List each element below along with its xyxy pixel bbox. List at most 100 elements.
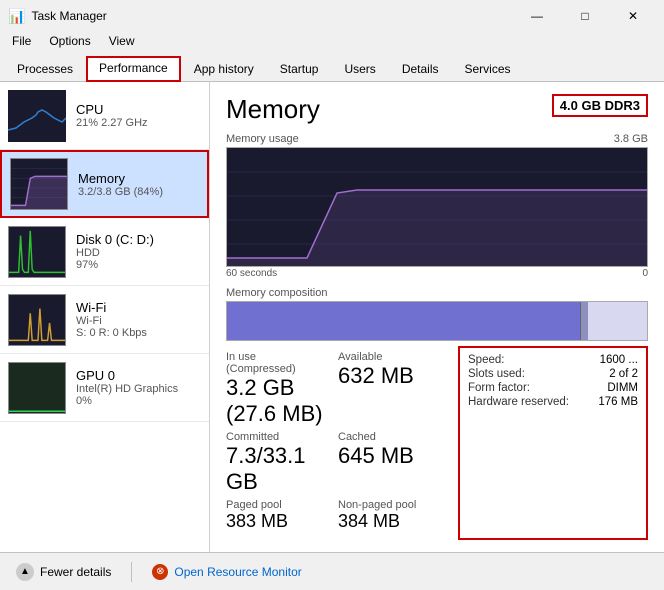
stat-available-label: Available <box>338 351 438 363</box>
bottom-bar: ▲ Fewer details ⊗ Open Resource Monitor <box>0 552 664 590</box>
cpu-sublabel: 21% 2.27 GHz <box>76 117 148 129</box>
menu-options[interactable]: Options <box>41 32 98 50</box>
comp-in-use <box>227 302 580 340</box>
info-speed-row: Speed: 1600 ... <box>468 354 638 366</box>
cpu-chart-svg <box>8 90 66 142</box>
disk-info: Disk 0 (C: D:) HDD 97% <box>76 232 154 271</box>
panel-title: Memory <box>226 94 320 125</box>
menu-file[interactable]: File <box>4 32 39 50</box>
stat-cached: Cached 645 MB <box>338 431 438 495</box>
tab-processes[interactable]: Processes <box>4 57 86 82</box>
tab-users[interactable]: Users <box>331 57 388 82</box>
info-speed-key: Speed: <box>468 354 504 366</box>
tab-performance[interactable]: Performance <box>86 56 181 82</box>
info-slots-val: 2 of 2 <box>609 368 638 380</box>
stat-available-value: 632 MB <box>338 363 438 389</box>
cpu-info: CPU 21% 2.27 GHz <box>76 102 148 129</box>
app-icon: 📊 <box>8 8 25 25</box>
memory-usage-section: Memory usage 3.8 GB 60 seconds 0 <box>226 133 648 279</box>
composition-label: Memory composition <box>226 287 648 299</box>
disk-sublabel1: HDD <box>76 247 154 259</box>
composition-bar <box>226 301 648 341</box>
info-hwres-val: 176 MB <box>598 396 638 408</box>
title-controls: — □ ✕ <box>514 5 656 27</box>
memory-panel: Memory 4.0 GB DDR3 Memory usage 3.8 GB <box>210 82 664 552</box>
stat-committed-label: Committed <box>226 431 326 443</box>
chart-time-label: 60 seconds 0 <box>226 268 648 279</box>
wifi-thumbnail <box>8 294 66 346</box>
resource-monitor-icon: ⊗ <box>152 564 168 580</box>
stat-cached-label: Cached <box>338 431 438 443</box>
stat-in-use-label: In use (Compressed) <box>226 351 326 375</box>
tab-app-history[interactable]: App history <box>181 57 267 82</box>
info-form-row: Form factor: DIMM <box>468 382 638 394</box>
panel-header: Memory 4.0 GB DDR3 <box>226 94 648 125</box>
stat-cached-value: 645 MB <box>338 443 438 469</box>
memory-thumbnail <box>10 158 68 210</box>
memory-usage-svg <box>227 148 647 267</box>
tab-details[interactable]: Details <box>389 57 452 82</box>
fewer-details-label: Fewer details <box>40 565 111 579</box>
comp-modified <box>580 302 588 340</box>
info-form-key: Form factor: <box>468 382 530 394</box>
title-bar-left: 📊 Task Manager <box>8 8 107 25</box>
app-title: Task Manager <box>31 9 106 23</box>
tab-startup[interactable]: Startup <box>267 57 332 82</box>
wifi-sublabel2: S: 0 R: 0 Kbps <box>76 327 147 339</box>
gpu-info: GPU 0 Intel(R) HD Graphics 0% <box>76 368 178 407</box>
sidebar-item-wifi[interactable]: Wi-Fi Wi-Fi S: 0 R: 0 Kbps <box>0 286 209 354</box>
stat-paged-label: Paged pool <box>226 499 326 511</box>
fewer-details-button[interactable]: ▲ Fewer details <box>12 559 115 585</box>
stat-paged: Paged pool 383 MB <box>226 499 326 532</box>
gpu-sublabel1: Intel(R) HD Graphics <box>76 383 178 395</box>
stat-in-use: In use (Compressed) 3.2 GB (27.6 MB) <box>226 351 326 427</box>
sidebar-item-cpu[interactable]: CPU 21% 2.27 GHz <box>0 82 209 150</box>
stat-nonpaged-label: Non-paged pool <box>338 499 438 511</box>
memory-info-box: Speed: 1600 ... Slots used: 2 of 2 Form … <box>458 346 648 540</box>
open-resource-monitor-button[interactable]: ⊗ Open Resource Monitor <box>148 560 305 584</box>
stat-paged-value: 383 MB <box>226 511 326 532</box>
info-hwres-key: Hardware reserved: <box>468 396 569 408</box>
disk-sublabel2: 97% <box>76 259 154 271</box>
title-bar: 📊 Task Manager — □ ✕ <box>0 0 664 30</box>
info-slots-key: Slots used: <box>468 368 525 380</box>
memory-info: Memory 3.2/3.8 GB (84%) <box>78 171 163 198</box>
sidebar-item-disk[interactable]: Disk 0 (C: D:) HDD 97% <box>0 218 209 286</box>
memory-sublabel: 3.2/3.8 GB (84%) <box>78 186 163 198</box>
tab-bar: Processes Performance App history Startu… <box>0 52 664 82</box>
cpu-label: CPU <box>76 102 148 117</box>
stats-left: In use (Compressed) 3.2 GB (27.6 MB) Ava… <box>226 351 438 540</box>
bottom-divider <box>131 562 132 582</box>
chart-time-end: 0 <box>642 268 648 279</box>
fewer-details-icon: ▲ <box>16 563 34 581</box>
close-button[interactable]: ✕ <box>610 5 656 27</box>
stats-grid: In use (Compressed) 3.2 GB (27.6 MB) Ava… <box>226 351 438 532</box>
memory-type-badge: 4.0 GB DDR3 <box>552 94 648 117</box>
chart-time-start: 60 seconds <box>226 268 277 279</box>
maximize-button[interactable]: □ <box>562 5 608 27</box>
gpu-label: GPU 0 <box>76 368 178 383</box>
memory-chart <box>226 147 648 267</box>
open-resource-monitor-label: Open Resource Monitor <box>174 565 301 579</box>
comp-free <box>588 302 647 340</box>
info-hwres-row: Hardware reserved: 176 MB <box>468 396 638 408</box>
gpu-thumbnail <box>8 362 66 414</box>
menu-view[interactable]: View <box>101 32 143 50</box>
disk-chart-svg <box>9 226 65 276</box>
sidebar-item-memory[interactable]: Memory 3.2/3.8 GB (84%) <box>0 150 209 218</box>
wifi-chart-svg <box>9 294 65 344</box>
wifi-info: Wi-Fi Wi-Fi S: 0 R: 0 Kbps <box>76 300 147 339</box>
composition-section: Memory composition <box>226 287 648 341</box>
info-speed-val: 1600 ... <box>600 354 638 366</box>
gpu-sublabel2: 0% <box>76 395 178 407</box>
stat-in-use-value: 3.2 GB (27.6 MB) <box>226 375 326 427</box>
info-slots-row: Slots used: 2 of 2 <box>468 368 638 380</box>
minimize-button[interactable]: — <box>514 5 560 27</box>
menu-bar: File Options View <box>0 30 664 52</box>
chart-label: Memory usage 3.8 GB <box>226 133 648 145</box>
stat-nonpaged-value: 384 MB <box>338 511 438 532</box>
sidebar-item-gpu[interactable]: GPU 0 Intel(R) HD Graphics 0% <box>0 354 209 422</box>
cpu-thumbnail <box>8 90 66 142</box>
tab-services[interactable]: Services <box>452 57 524 82</box>
main-content: CPU 21% 2.27 GHz Memory <box>0 82 664 552</box>
